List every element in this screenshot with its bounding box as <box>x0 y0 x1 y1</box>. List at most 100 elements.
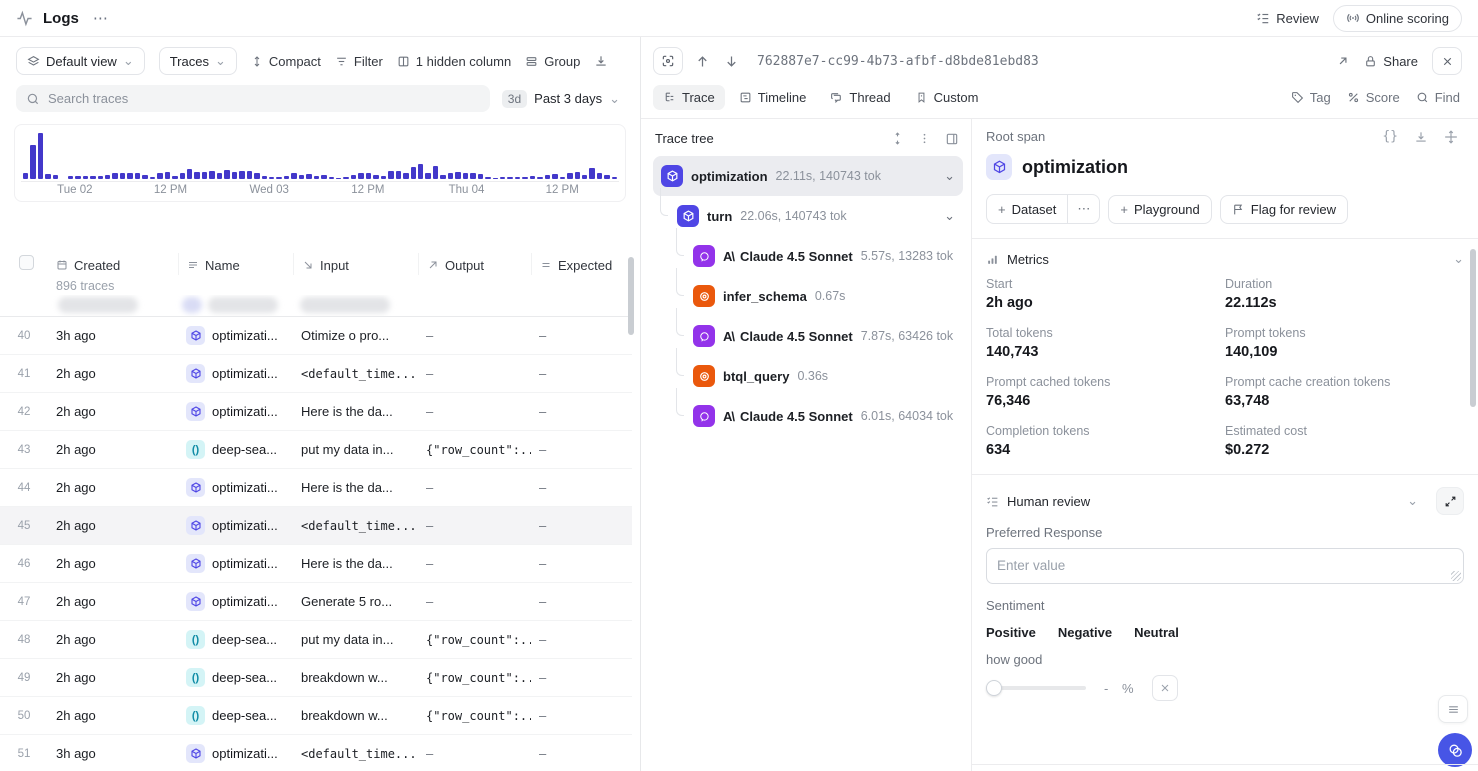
kebab-menu-icon[interactable] <box>918 132 931 145</box>
histogram-bar[interactable] <box>366 173 371 179</box>
previous-trace-button[interactable] <box>693 54 712 69</box>
expand-all-icon[interactable] <box>891 132 904 145</box>
histogram-bar[interactable] <box>470 173 475 179</box>
histogram-bar[interactable] <box>411 167 416 179</box>
review-button[interactable]: Review <box>1256 11 1319 26</box>
table-row[interactable]: 403h agooptimizati...Otimize o pro...–– <box>0 317 632 355</box>
tab-thread[interactable]: Thread <box>820 85 900 110</box>
histogram-bar[interactable] <box>493 178 498 179</box>
histogram-bar[interactable] <box>448 173 453 179</box>
slider-thumb[interactable] <box>986 680 1002 696</box>
histogram-bar[interactable] <box>105 175 110 179</box>
column-header-output[interactable]: Output <box>418 253 531 275</box>
histogram-bar[interactable] <box>560 177 565 179</box>
histogram-bar[interactable] <box>597 173 602 179</box>
column-header-name[interactable]: Name <box>178 253 293 275</box>
histogram-bar[interactable] <box>68 176 73 179</box>
left-table-scrollbar[interactable] <box>628 257 634 335</box>
table-row[interactable]: 482h ago()deep-sea...put my data in...{"… <box>0 621 632 659</box>
how-good-slider[interactable] <box>986 680 1086 696</box>
metrics-section-header[interactable]: Metrics ⌄ <box>986 239 1464 277</box>
group-button[interactable]: Group <box>525 54 580 69</box>
table-row[interactable]: 462h agooptimizati...Here is the da...–– <box>0 545 632 583</box>
histogram-bar[interactable] <box>403 173 408 179</box>
histogram-bar[interactable] <box>343 177 348 179</box>
hidden-column-button[interactable]: 1 hidden column <box>397 54 511 69</box>
table-row[interactable]: 513h agooptimizati...<default_time...–– <box>0 735 632 771</box>
dataset-more-button[interactable]: ⋯ <box>1067 194 1100 224</box>
histogram-bar[interactable] <box>112 173 117 179</box>
table-row[interactable]: 472h agooptimizati...Generate 5 ro...–– <box>0 583 632 621</box>
histogram-bar[interactable] <box>522 177 527 179</box>
histogram-bar[interactable] <box>98 176 103 179</box>
tree-span-btql-query[interactable]: btql_query0.36s <box>685 356 963 396</box>
tree-span-claude-4-5-sonnet[interactable]: A\Claude 4.5 Sonnet7.87s, 63426 tok <box>685 316 963 356</box>
histogram-bar[interactable] <box>291 173 296 179</box>
histogram-bar[interactable] <box>351 175 356 179</box>
detail-scrollbar[interactable] <box>1470 249 1476 407</box>
histogram-bar[interactable] <box>545 175 550 179</box>
histogram-bar[interactable] <box>194 172 199 179</box>
move-icon[interactable] <box>1444 130 1458 144</box>
histogram-bar[interactable] <box>612 177 617 179</box>
histogram-bar[interactable] <box>90 176 95 179</box>
histogram-bar[interactable] <box>336 178 341 179</box>
resize-handle[interactable] <box>1451 571 1461 581</box>
tree-span-claude-4-5-sonnet[interactable]: A\Claude 4.5 Sonnet5.57s, 13283 tok <box>685 236 963 276</box>
time-range-selector[interactable]: 3d Past 3 days ⌄ <box>498 86 624 112</box>
close-panel-button[interactable] <box>1432 47 1462 75</box>
histogram-bar[interactable] <box>567 173 572 179</box>
select-all-checkbox[interactable] <box>19 255 34 270</box>
histogram-bar[interactable] <box>247 171 252 179</box>
tree-span-optimization[interactable]: optimization22.11s, 140743 tok⌄ <box>653 156 963 196</box>
histogram-bar[interactable] <box>299 175 304 179</box>
column-header-expected[interactable]: Expected <box>531 253 632 275</box>
histogram-bar[interactable] <box>314 176 319 179</box>
sentiment-negative-button[interactable]: Negative <box>1058 625 1112 640</box>
histogram-bar[interactable] <box>75 176 80 179</box>
histogram-bar[interactable] <box>60 178 65 179</box>
histogram-bar[interactable] <box>180 173 185 179</box>
tree-span-infer-schema[interactable]: infer_schema0.67s <box>685 276 963 316</box>
table-row[interactable]: 502h ago()deep-sea...breakdown w...{"row… <box>0 697 632 735</box>
histogram-bar[interactable] <box>537 177 542 179</box>
table-row[interactable]: 442h agooptimizati...Here is the da...–– <box>0 469 632 507</box>
assistant-floating-button[interactable] <box>1438 733 1472 767</box>
histogram-bar[interactable] <box>53 175 58 179</box>
histogram-bar[interactable] <box>358 173 363 179</box>
histogram-bar[interactable] <box>209 171 214 179</box>
braces-json-icon[interactable]: {} <box>1382 129 1398 144</box>
column-header-input[interactable]: Input <box>293 253 418 275</box>
view-selector[interactable]: Default view ⌄ <box>16 47 145 75</box>
clear-score-button[interactable] <box>1152 675 1178 701</box>
histogram-bar[interactable] <box>30 145 35 180</box>
find-button[interactable]: Find <box>1410 86 1466 109</box>
histogram-bar[interactable] <box>552 174 557 179</box>
histogram-bar[interactable] <box>433 166 438 179</box>
human-review-title[interactable]: Human review <box>1007 494 1399 509</box>
histogram-bar[interactable] <box>418 164 423 179</box>
histogram-bar[interactable] <box>83 176 88 179</box>
online-scoring-button[interactable]: Online scoring <box>1333 5 1462 32</box>
histogram-bar[interactable] <box>239 171 244 179</box>
histogram-bar[interactable] <box>507 177 512 179</box>
histogram-bar[interactable] <box>217 173 222 179</box>
tab-trace[interactable]: Trace <box>653 85 725 110</box>
histogram-bar[interactable] <box>232 172 237 179</box>
histogram-bar[interactable] <box>135 173 140 179</box>
histogram-bar[interactable] <box>150 177 155 179</box>
histogram-bar[interactable] <box>254 173 259 179</box>
histogram-bar[interactable] <box>127 173 132 179</box>
histogram-bar[interactable] <box>45 174 50 179</box>
page-menu-button[interactable]: ⋯ <box>89 9 113 27</box>
chevron-down-icon[interactable]: ⌄ <box>944 168 955 184</box>
search-input[interactable]: Search traces <box>16 85 490 112</box>
trace-volume-histogram[interactable]: Tue 0212 PMWed 0312 PMThu 0412 PM <box>14 124 626 202</box>
histogram-bar[interactable] <box>485 177 490 179</box>
table-row[interactable]: 492h ago()deep-sea...breakdown w...{"row… <box>0 659 632 697</box>
tag-button[interactable]: Tag <box>1285 86 1337 109</box>
share-button[interactable]: Share <box>1364 54 1418 69</box>
tab-timeline[interactable]: Timeline <box>729 85 817 110</box>
histogram-bar[interactable] <box>582 175 587 179</box>
histogram-bar[interactable] <box>38 133 43 179</box>
